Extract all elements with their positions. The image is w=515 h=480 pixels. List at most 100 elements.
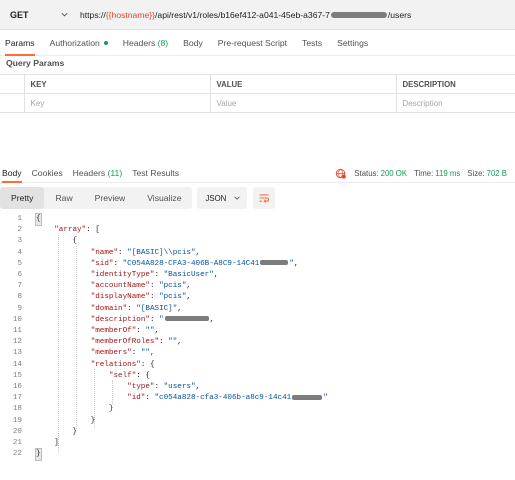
response-body-code[interactable]: 1{ 2 "array": [ 3 { 4 "name": "[BASIC]\\… [0, 212, 515, 468]
table-header-row: KEY VALUE DESCRIPTION [0, 74, 515, 94]
line-number: 1 [17, 215, 22, 223]
format-select-value: JSON [205, 193, 227, 203]
size-value[interactable]: 702 B [487, 169, 507, 178]
code-line: 6 "identityType": "BasicUser", [0, 270, 515, 281]
line-number: 22 [12, 450, 22, 459]
line-number: 15 [12, 371, 22, 380]
matched-brace: { [35, 212, 42, 227]
json-string: "" [168, 338, 178, 347]
method-label: GET [10, 10, 29, 20]
tab-label: Body [183, 37, 203, 48]
tab-headers[interactable]: Headers (8) [123, 30, 168, 56]
row-checkbox[interactable] [0, 93, 25, 113]
tab-label: Headers [72, 167, 106, 178]
json-key: "id" [127, 394, 146, 403]
code-text: "memberOfRoles": "", [90, 338, 182, 347]
line-number: 14 [12, 360, 22, 369]
line-number: 19 [12, 416, 22, 425]
url-suffix: /users [387, 10, 412, 20]
tab-label: Pre-request Script [217, 37, 288, 48]
view-preview[interactable]: Preview [84, 187, 137, 209]
code-line: 20 } [0, 427, 515, 438]
status-value[interactable]: 200 OK [381, 169, 407, 178]
code-text: "self": { [108, 371, 150, 380]
view-raw[interactable]: Raw [44, 187, 83, 209]
code-text: "array": [ [54, 226, 100, 235]
code-line: 14 "relations": { [0, 360, 515, 371]
code-text: { [36, 237, 78, 246]
code-line: 12 "memberOfRoles": "", [0, 337, 515, 348]
chevron-down-icon[interactable] [60, 10, 69, 19]
tab-label: Body [2, 167, 22, 178]
key-input[interactable]: Key [23, 93, 211, 113]
tab-response-body[interactable]: Body [2, 163, 22, 183]
query-params-title: Query Params [6, 58, 65, 68]
code-text: "description": ", [90, 315, 215, 324]
view-pretty[interactable]: Pretty [0, 187, 45, 209]
json-key: "identityType" [90, 271, 155, 279]
line-number: 11 [12, 327, 22, 335]
code-line: 8 "displayName": "pcis", [0, 292, 515, 303]
json-string: "[BASIC]\\pcis" [127, 248, 196, 257]
json-key: "members" [90, 349, 132, 358]
tab-pre-request-script[interactable]: Pre-request Script [218, 30, 287, 56]
tab-authorization[interactable]: Authorization [50, 30, 108, 56]
json-key: "memberOfRoles" [90, 338, 160, 347]
line-number: 4 [17, 248, 22, 257]
redacted-segment [260, 260, 289, 266]
code-text: } [36, 427, 78, 436]
line-number: 8 [17, 293, 22, 302]
tab-test-results[interactable]: Test Results [132, 163, 179, 183]
tab-cookies[interactable]: Cookies [32, 163, 63, 183]
line-number: 2 [17, 226, 22, 235]
redacted-segment [164, 316, 209, 322]
tab-label: Test Results [132, 167, 179, 178]
code-line: 10 "description": ", [0, 315, 515, 326]
column-header-value: VALUE [209, 74, 397, 94]
line-number: 18 [12, 405, 22, 414]
code-line: 17 "id": "c054a828-cfa3-406b-a8c9-14c41 " [0, 393, 515, 404]
tab-label: Params [5, 37, 35, 48]
code-text: } [35, 448, 42, 462]
json-key: "sid" [90, 259, 114, 268]
code-text: "displayName": "pcis", [90, 293, 191, 302]
code-line: 19 } [0, 416, 515, 427]
code-text: "relations": { [90, 360, 155, 369]
tab-label: Cookies [31, 167, 63, 178]
json-key: "name" [90, 248, 119, 257]
tab-body[interactable]: Body [183, 30, 203, 56]
code-line: 4 "name": "[BASIC]\\pcis", [0, 248, 515, 259]
view-visualize[interactable]: Visualize [136, 187, 192, 209]
format-select[interactable]: JSON [197, 187, 248, 209]
url-prefix: https:// [80, 10, 106, 20]
code-line: 13 "members": "", [0, 348, 515, 359]
chevron-down-icon [234, 196, 240, 200]
code-line: 1{ [0, 212, 515, 227]
description-input[interactable]: Description [395, 93, 515, 113]
line-number: 12 [12, 338, 22, 347]
line-number: 16 [12, 383, 22, 391]
status-label: Status: [354, 168, 379, 178]
tab-tests[interactable]: Tests [302, 30, 322, 56]
code-text: "members": "", [90, 349, 155, 358]
time-value[interactable]: 119 ms [435, 169, 460, 178]
value-input[interactable]: Value [209, 93, 397, 113]
json-key: "accountName" [90, 282, 150, 291]
wrap-lines-icon [259, 194, 270, 203]
wrap-lines-button[interactable] [253, 187, 276, 209]
tab-settings[interactable]: Settings [337, 30, 368, 56]
globe-error-icon[interactable] [335, 168, 347, 179]
json-key: "memberOf" [90, 327, 137, 335]
url-input[interactable]: https://{{hostname}}/api/rest/v1/roles/b… [80, 0, 411, 30]
code-line: 16 "type": "users", [0, 382, 515, 393]
tab-params[interactable]: Params [5, 30, 35, 56]
query-params-table: KEY VALUE DESCRIPTION Key Value Descript… [0, 74, 515, 113]
code-line: 15 "self": { [0, 371, 515, 382]
line-number: 6 [17, 271, 22, 279]
column-header-description: DESCRIPTION [395, 74, 515, 94]
line-number: 3 [17, 237, 22, 246]
json-string: "" [145, 327, 155, 335]
tab-response-headers[interactable]: Headers (11) [73, 163, 123, 183]
code-text: "memberOf": "", [90, 327, 160, 335]
json-key: "description" [90, 315, 150, 324]
